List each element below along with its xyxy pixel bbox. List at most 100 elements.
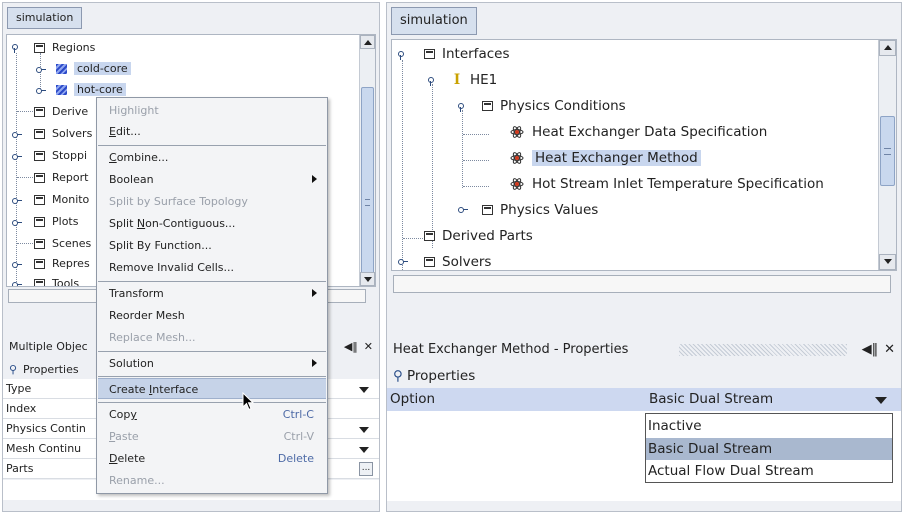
menu-item-replace-mesh[interactable]: Replace Mesh... [98,327,326,348]
folder-icon [482,101,493,111]
atom-icon [510,126,524,138]
scroll-up-button[interactable] [879,40,896,56]
menu-item-split-by-function[interactable]: Split By Function... [98,235,326,256]
right-horizontal-scrollbar[interactable] [393,275,891,293]
tree-item-reports[interactable]: Report [34,171,88,184]
right-properties-title: Heat Exchanger Method - Properties [393,342,629,357]
dropdown-arrow-icon[interactable] [359,427,369,433]
tree-item-cold-core[interactable]: cold-core [56,62,131,75]
region-icon [56,63,67,74]
dropdown-arrow-icon[interactable] [875,397,887,404]
tree-item-heat-exchanger-data-specification[interactable]: Heat Exchanger Data Specification [510,124,767,140]
dropdown-arrow-icon[interactable] [359,387,369,393]
menu-item-combine[interactable]: Combine... [98,147,326,168]
folder-icon [34,172,45,183]
folder-icon [424,49,435,59]
option-value[interactable]: Basic Dual Stream [649,391,773,407]
dock-icon[interactable]: ◀‖ [344,335,358,359]
close-icon[interactable]: ✕ [884,337,895,363]
menu-item-paste[interactable]: Paste Ctrl-V [98,426,326,447]
tree-item-interfaces[interactable]: Interfaces [424,46,509,62]
submenu-arrow-icon [312,359,317,367]
folder-icon [34,194,45,205]
mouse-cursor-icon [242,392,255,411]
tree-item-he1[interactable]: I HE1 [452,72,497,88]
property-row-option[interactable]: Option Basic Dual Stream [387,388,901,411]
tree-item-derived-parts[interactable]: Derive [34,105,88,118]
tree-item-heat-exchanger-method[interactable]: Heat Exchanger Method [510,150,701,166]
tree-item-solvers[interactable]: Solvers [34,127,92,140]
right-simulation-tree: Interfaces I HE1 Physics Conditions Heat … [391,39,897,271]
tree-item-plots[interactable]: Plots [34,215,78,228]
tree-item-physics-conditions[interactable]: Physics Conditions [482,98,626,114]
submenu-arrow-icon [312,289,317,297]
atom-icon [510,178,524,190]
tree-item-representations[interactable]: Repres [34,257,90,270]
folder-icon [482,205,493,215]
folder-icon [424,257,435,267]
dropdown-option-basic-dual-stream[interactable]: Basic Dual Stream [646,438,892,460]
pin-icon: ⚲ [393,367,403,384]
menu-item-reorder-mesh[interactable]: Reorder Mesh [98,305,326,326]
region-icon [56,84,67,95]
left-tab-bar: simulation [3,3,379,33]
right-tree-scrollbar[interactable] [878,40,896,270]
left-simulation-tab[interactable]: simulation [7,7,83,29]
menu-item-create-interface[interactable]: Create Interface [98,378,326,399]
context-menu: Highlight Edit... Combine... Boolean Spl… [96,97,328,494]
folder-icon [34,238,45,249]
folder-icon [34,106,45,117]
tree-item-solvers[interactable]: Solvers [424,254,491,270]
left-tree-scrollbar[interactable] [359,35,375,286]
interface-icon: I [453,72,461,88]
folder-icon [424,231,435,241]
scroll-thumb[interactable] [361,87,374,286]
tree-item-stopping[interactable]: Stoppi [34,149,87,162]
dropdown-arrow-icon[interactable] [359,447,369,453]
menu-item-transform[interactable]: Transform [98,283,326,304]
menu-item-edit[interactable]: Edit... [98,121,326,142]
dropdown-option-actual-flow-dual-stream[interactable]: Actual Flow Dual Stream [646,460,892,482]
menu-item-solution[interactable]: Solution [98,353,326,374]
tree-item-tools[interactable]: Tools [34,277,79,286]
folder-icon [34,216,45,227]
pin-icon: ⚲ [9,362,18,376]
folder-icon [34,150,45,161]
right-simulation-tab[interactable]: simulation [391,7,477,35]
right-properties-header[interactable]: ⚲ Properties [387,364,901,387]
titlebar-grip [679,344,847,356]
right-properties-titlebar: Heat Exchanger Method - Properties ◀‖ ✕ [387,337,901,363]
menu-item-highlight[interactable]: Highlight [98,100,326,121]
right-tab-bar: simulation [387,3,901,41]
scroll-down-button[interactable] [879,254,896,270]
dock-icon[interactable]: ◀‖ [862,337,879,363]
tree-item-regions[interactable]: Regions [34,41,95,54]
tree-item-scenes[interactable]: Scenes [34,237,91,250]
submenu-arrow-icon [312,175,317,183]
folder-icon [34,42,45,53]
menu-item-split-non-contiguous[interactable]: Split Non-Contiguous... [98,213,326,234]
menu-item-rename[interactable]: Rename... [98,470,326,491]
scroll-thumb[interactable] [880,116,895,186]
menu-item-boolean[interactable]: Boolean [98,169,326,190]
scroll-up-button[interactable] [360,35,375,49]
menu-item-remove-invalid-cells[interactable]: Remove Invalid Cells... [98,257,326,278]
tree-item-hot-core[interactable]: hot-core [56,83,126,96]
option-dropdown-list: Inactive Basic Dual Stream Actual Flow D… [645,413,893,483]
tree-item-derived-parts[interactable]: Derived Parts [424,228,533,244]
right-window: simulation Interfaces I HE1 Physics Condi… [386,2,902,512]
menu-item-copy[interactable]: Copy Ctrl-C [98,404,326,425]
tree-item-physics-values[interactable]: Physics Values [482,202,598,218]
folder-icon [34,258,45,269]
scroll-down-button[interactable] [360,272,375,286]
tree-item-monitors[interactable]: Monito [34,193,89,206]
menu-item-delete[interactable]: Delete Delete [98,448,326,469]
dropdown-option-inactive[interactable]: Inactive [646,415,892,437]
ellipsis-button[interactable]: ... [359,462,373,476]
menu-item-split-by-surface-topology[interactable]: Split by Surface Topology [98,191,326,212]
atom-icon [510,152,524,164]
tree-item-hot-stream-inlet-temperature-specification[interactable]: Hot Stream Inlet Temperature Specificati… [510,176,824,192]
close-icon[interactable]: ✕ [364,335,373,359]
folder-icon [34,128,45,139]
folder-icon [34,278,45,286]
